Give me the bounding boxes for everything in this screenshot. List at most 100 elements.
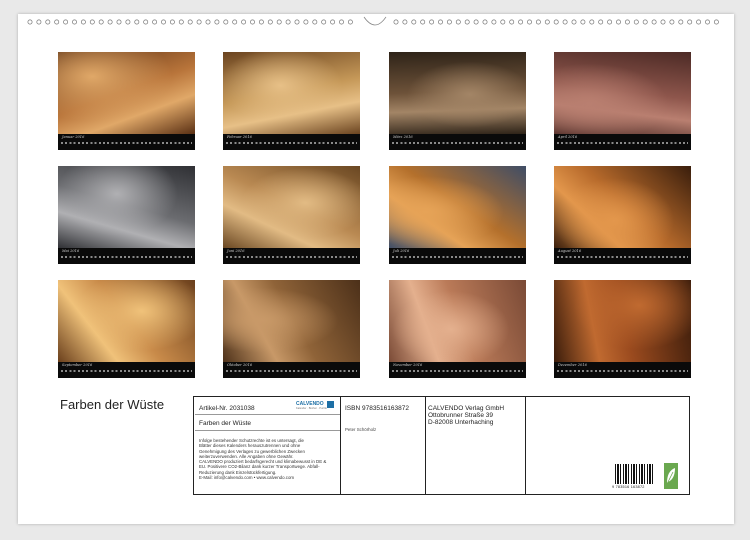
binding-hole [509, 19, 515, 25]
month-thumbnail: Mai 2016 [58, 166, 195, 264]
day-row [61, 142, 192, 144]
binding-hole [482, 19, 488, 25]
binding-hole [161, 19, 166, 25]
binding-hole [491, 19, 497, 25]
desert-photo [554, 280, 691, 362]
binding-hole [455, 19, 461, 25]
info-box: Artikel-Nr. 2031038 CALVENDO Kalender · … [193, 396, 690, 495]
binding-hole [196, 19, 202, 25]
month-label: Juli 2016 [393, 249, 410, 253]
binding-hole [89, 19, 95, 25]
publisher-line: Ottobrunner Straße 39 [428, 412, 494, 419]
binding-hole [527, 19, 532, 25]
binding-hole [713, 19, 719, 25]
desert-photo [389, 166, 526, 248]
month-thumbnail: Juli 2016 [389, 166, 526, 264]
binding-hole [696, 19, 702, 25]
month-calendar-strip: August 2016 [554, 248, 691, 264]
month-label: März 2016 [393, 135, 413, 139]
month-label: Dezember 2016 [558, 363, 587, 367]
binding-hole [660, 19, 666, 25]
divider [525, 397, 526, 494]
binding-hole [330, 19, 336, 25]
eco-leaf-icon [664, 463, 678, 489]
month-label: Februar 2016 [227, 135, 252, 139]
desert-photo [223, 52, 360, 134]
month-label: Juni 2016 [227, 249, 245, 253]
binding-hole [420, 19, 426, 25]
binding-hole [544, 19, 550, 25]
divider [195, 414, 340, 415]
binding-hole [107, 19, 113, 25]
binding-hole [500, 19, 506, 25]
binding-hole [72, 19, 77, 25]
month-calendar-strip: Juni 2016 [223, 248, 360, 264]
day-row [557, 142, 688, 144]
binding-hole [705, 19, 710, 25]
legal-notice: Infolge bestehender Schutzrechte ist es … [199, 438, 341, 480]
divider [195, 430, 340, 431]
month-thumbnail: März 2016 [389, 52, 526, 150]
barcode [615, 464, 653, 484]
desert-photo [223, 280, 360, 362]
desert-photo [223, 166, 360, 248]
binding-hole [438, 19, 443, 25]
binding-hole [562, 19, 568, 25]
binding-hole [411, 19, 417, 25]
calendar-title: Farben der Wüste [60, 397, 165, 412]
month-thumbnail: Juni 2016 [223, 166, 360, 264]
month-calendar-strip: Oktober 2016 [223, 362, 360, 378]
day-row [392, 256, 523, 258]
binding-hole [134, 19, 140, 25]
binding-hole [624, 19, 630, 25]
binding-hole [143, 19, 149, 25]
binding-hole [116, 19, 122, 25]
binding-hole [303, 19, 309, 25]
month-label: November 2016 [393, 363, 423, 367]
binding-hole [45, 19, 51, 25]
binding-hole [178, 19, 184, 25]
binding-hole [339, 19, 344, 25]
binding-hole [63, 19, 69, 25]
binding-hole [223, 19, 229, 25]
binding-hole [446, 19, 452, 25]
binding-hole [598, 19, 604, 25]
binding-hole [321, 19, 327, 25]
binding-hole [687, 19, 693, 25]
binding-hole [669, 19, 675, 25]
binding-hole [633, 19, 639, 25]
binding-hole [258, 19, 264, 25]
publisher-line: CALVENDO Verlag GmbH [428, 405, 505, 412]
month-label: September 2016 [62, 363, 93, 367]
binding-hole [312, 19, 318, 25]
day-row [61, 370, 192, 372]
publisher-address: CALVENDO Verlag GmbH Ottobrunner Straße … [428, 405, 504, 426]
day-row [61, 256, 192, 258]
desert-photo [389, 52, 526, 134]
month-label: Oktober 2016 [227, 363, 253, 367]
spiral-binding [27, 16, 719, 26]
desert-photo [554, 52, 691, 134]
binding-hole [347, 19, 353, 25]
binding-hole [267, 19, 273, 25]
day-row [226, 370, 357, 372]
brand-tagline: Kalender · Bücher · Puzzle [296, 407, 327, 410]
day-row [392, 142, 523, 144]
month-thumbnail: November 2016 [389, 280, 526, 378]
month-calendar-strip: Dezember 2016 [554, 362, 691, 378]
binding-hole [518, 19, 524, 25]
binding-hole [571, 19, 577, 25]
binding-hole [152, 19, 158, 25]
binding-hole [607, 19, 613, 25]
brand-logo-mark [327, 401, 334, 408]
binding-hole [402, 19, 408, 25]
desert-photo [58, 166, 195, 248]
binding-hole [589, 19, 595, 25]
month-calendar-strip: Juli 2016 [389, 248, 526, 264]
day-row [557, 370, 688, 372]
binding-hole [642, 19, 648, 25]
day-row [392, 370, 523, 372]
month-thumbnail: April 2016 [554, 52, 691, 150]
binding-hole [187, 19, 193, 25]
month-thumbnail: Februar 2016 [223, 52, 360, 150]
